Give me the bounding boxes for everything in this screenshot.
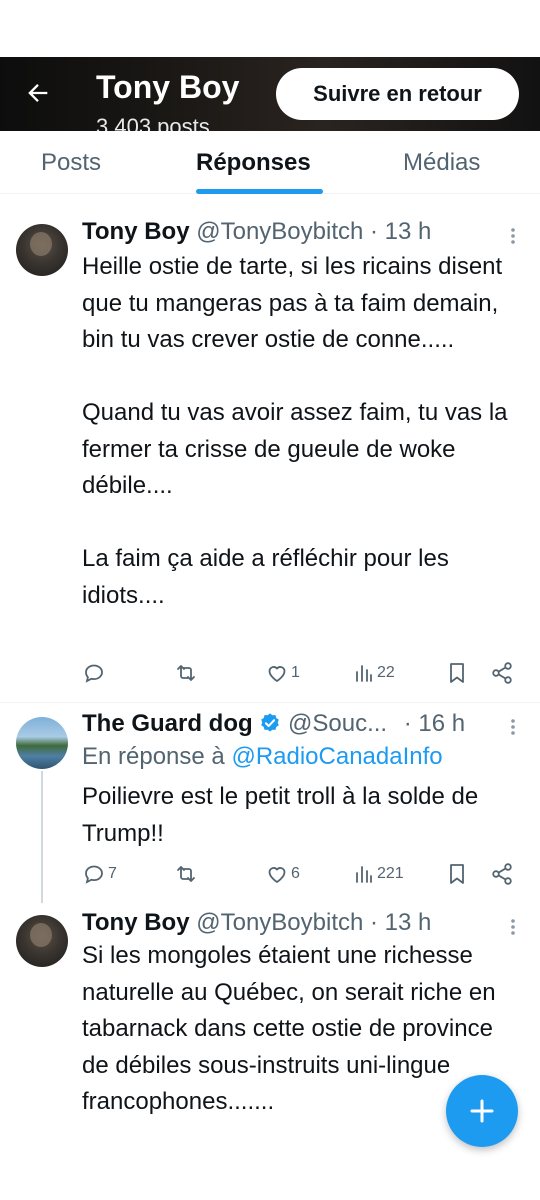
author-name[interactable]: Tony Boy [82,218,190,245]
share-icon [492,863,512,885]
reply-count: 7 [108,865,117,882]
tab-media[interactable]: Médias [403,149,480,177]
views-count: 221 [377,865,404,882]
tab-posts[interactable]: Posts [41,149,101,177]
bookmark-button[interactable] [446,862,468,886]
verified-badge-icon [261,713,280,732]
tweet-meta: Tony Boy @TonyBoybitch · 13 h [82,909,431,937]
repost-icon [177,866,195,882]
post-count: 3 403 posts [96,114,210,131]
active-tab-indicator [196,189,323,194]
tweet-meta: Tony Boy @TonyBoybitch · 13 h [82,218,431,246]
tweet[interactable]: The Guard dog @Souc... · 16 h En réponse… [0,703,540,903]
views-icon [356,866,372,883]
reply-context: En réponse à @RadioCanadaInfo [82,743,443,771]
like-count: 6 [291,865,300,882]
reply-button[interactable] [82,661,108,685]
reply-icon [85,664,103,683]
share-button[interactable] [490,862,514,886]
like-count: 1 [291,664,300,681]
author-name[interactable]: Tony Boy [82,909,190,936]
plus-icon [470,1099,494,1123]
tweet-time: · 16 h [403,710,466,737]
tweet[interactable]: Tony Boy @TonyBoybitch · 13 h Si les mon… [0,903,540,1200]
follow-back-button[interactable]: Suivre en retour [276,68,519,120]
author-handle[interactable]: @TonyBoybitch [196,909,363,936]
profile-header: Tony Boy 3 403 posts Suivre en retour [0,57,540,131]
like-icon [268,666,286,682]
views-button[interactable]: 221 [353,862,404,886]
back-arrow-icon [28,84,48,102]
tweet-time: · 13 h [370,218,432,245]
like-button[interactable]: 1 [265,661,300,685]
repost-button[interactable] [173,862,201,886]
more-icon[interactable] [505,717,521,737]
bookmark-icon [450,663,464,683]
avatar[interactable] [16,915,68,967]
repost-button[interactable] [173,661,201,685]
reply-icon [85,865,103,884]
reply-to-link[interactable]: @RadioCanadaInfo [231,743,442,770]
like-icon [268,867,286,883]
compose-button[interactable] [446,1075,518,1147]
avatar[interactable] [16,717,68,769]
tweet-text: Poilievre est le petit troll à la solde … [82,783,479,847]
tweet[interactable]: Tony Boy @TonyBoybitch · 13 h Heille ost… [0,196,540,702]
author-handle[interactable]: @Souc... [288,710,387,737]
bookmark-button[interactable] [446,661,468,685]
tweet-time: · 13 h [370,909,432,936]
share-icon [492,662,512,684]
repost-icon [177,665,195,681]
views-icon [356,665,372,682]
like-button[interactable]: 6 [265,862,300,886]
more-icon[interactable] [505,917,521,937]
back-button[interactable] [20,75,56,111]
reply-prefix: En réponse à [82,743,225,770]
views-button[interactable]: 22 [353,661,395,685]
share-button[interactable] [490,661,514,685]
tweet-meta: The Guard dog @Souc... · 16 h [82,710,465,738]
reply-button[interactable]: 7 [82,862,117,886]
author-handle[interactable]: @TonyBoybitch [196,218,363,245]
bookmark-icon [450,864,464,884]
thread-line [41,771,43,903]
tweet-actions: 7 6 221 [82,862,522,892]
tweet-text: Heille ostie de tarte, si les ricains di… [82,253,508,609]
tweet-actions: 1 22 [82,661,522,691]
author-name[interactable]: The Guard dog [82,710,253,737]
profile-tabs: Posts Réponses Médias [0,131,540,194]
avatar[interactable] [16,224,68,276]
views-count: 22 [377,664,395,681]
tab-replies[interactable]: Réponses [196,149,311,177]
profile-name: Tony Boy [96,69,240,105]
more-icon[interactable] [505,226,521,246]
